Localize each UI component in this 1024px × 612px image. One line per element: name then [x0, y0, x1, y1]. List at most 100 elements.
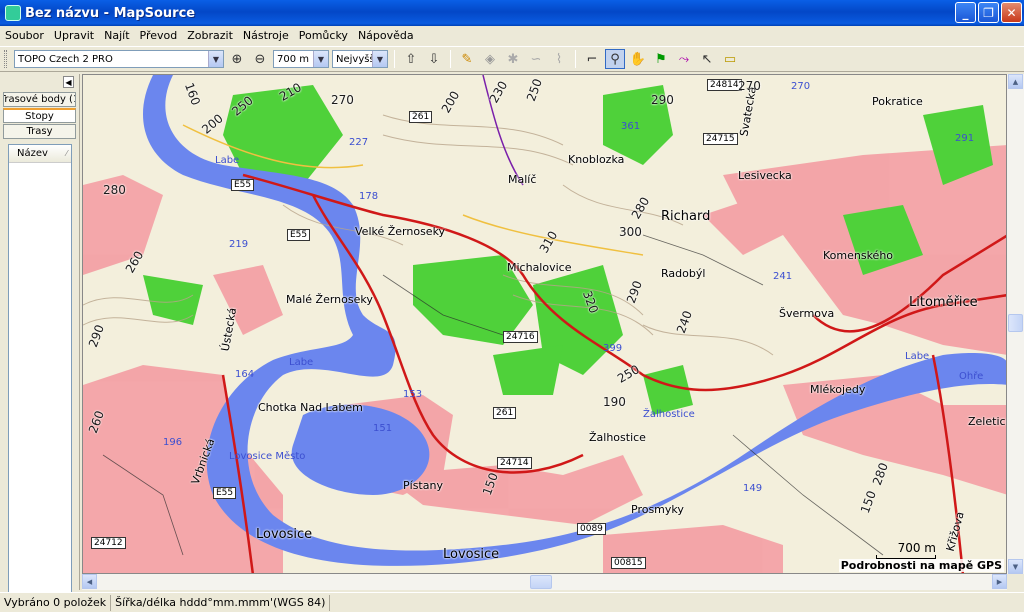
waypoint-tool-icon[interactable]: ⚑	[651, 49, 671, 69]
left-panel: ◀ Trasové body (1 Stopy Trasy Název ⁄ ◀ …	[0, 74, 80, 612]
road-number: E55	[231, 179, 255, 191]
menu-prevod[interactable]: Převod	[135, 29, 183, 42]
sort-icon: ⁄	[65, 149, 68, 158]
road-number: 0089	[577, 523, 606, 535]
road-number: 24712	[91, 537, 126, 549]
tab-waypoints[interactable]: Trasové body (1	[3, 92, 76, 107]
spot-height: 219	[229, 239, 249, 250]
hand-tool-icon[interactable]: ✋	[628, 49, 648, 69]
minimize-button[interactable]: _	[955, 2, 976, 23]
toolbar-separator	[575, 50, 576, 68]
track-tool-icon[interactable]: ∽	[526, 49, 546, 69]
close-button[interactable]: ✕	[1001, 2, 1022, 23]
road-number: 24716	[503, 331, 538, 343]
zoom-scale-select[interactable]: 700 m ▼	[273, 50, 329, 68]
scroll-up-icon[interactable]: ▲	[1008, 74, 1023, 89]
scroll-down-icon[interactable]: ▼	[1008, 559, 1023, 574]
water-label: Labe	[905, 351, 930, 362]
selection-tool-icon[interactable]: ⌐	[582, 49, 602, 69]
maximize-button[interactable]: ❐	[978, 2, 999, 23]
tab-tracks[interactable]: Stopy	[3, 108, 76, 123]
coordinate-format-status: Šířka/délka hddd°mm.mmm'(WGS 84)	[111, 594, 331, 611]
spot-height: 164	[235, 369, 255, 380]
map-horizontal-scrollbar[interactable]: ◀ ▶	[82, 574, 1007, 590]
road-number: 24714	[497, 457, 532, 469]
road-number: 24715	[703, 133, 738, 145]
street-label: Švermova	[779, 307, 835, 320]
town-label: Michalovice	[507, 261, 572, 274]
detail-level-select[interactable]: Nejvyšší ▼	[332, 50, 388, 68]
chevron-down-icon: ▼	[372, 51, 387, 67]
town-label: Richard	[661, 209, 711, 224]
town-label: Pokratice	[872, 95, 923, 108]
water-label: Žalhostice	[643, 409, 695, 420]
town-label: Mlékojedy	[810, 383, 866, 396]
town-label: Radobýl	[661, 267, 706, 280]
spot-height: 149	[743, 483, 763, 494]
select-map-tool-icon[interactable]: ✱	[503, 49, 523, 69]
road-number: 24814	[707, 79, 742, 91]
menu-bar: Soubor Upravit Najít Převod Zobrazit Nás…	[0, 26, 1024, 44]
zoom-tool-icon[interactable]: ⚲	[605, 49, 625, 69]
scroll-left-icon[interactable]: ◀	[82, 574, 97, 589]
menu-soubor[interactable]: Soubor	[0, 29, 49, 42]
water-label: Ohře	[959, 371, 984, 382]
route-create-tool-icon[interactable]: ⤳	[674, 49, 694, 69]
send-to-device-icon[interactable]: ⇧	[401, 49, 421, 69]
water-label: Lovosice Město	[229, 451, 306, 462]
map-view[interactable]: Richard Litoměřice Lovosice Lovosice Kno…	[82, 74, 1007, 574]
town-label: Zeletice	[968, 415, 1006, 428]
selection-status: Vybráno 0 položek	[0, 594, 112, 611]
map-tool-icon[interactable]: ✎	[457, 49, 477, 69]
map-product-select[interactable]: TOPO Czech 2 PRO ▼	[14, 50, 224, 68]
scroll-thumb[interactable]	[1008, 314, 1023, 332]
contour-label: 190	[603, 395, 626, 409]
column-header-name[interactable]: Název ⁄	[9, 145, 71, 163]
town-label: Malíč	[508, 173, 537, 186]
track-list[interactable]: Název ⁄ ◀ ▶	[8, 144, 72, 612]
street-label: Komenského	[823, 249, 894, 262]
collapse-panel-icon[interactable]: ◀	[63, 76, 74, 88]
water-label: Labe	[215, 155, 240, 166]
menu-nastroje[interactable]: Nástroje	[238, 29, 294, 42]
town-label: Chotka Nad Labem	[258, 401, 363, 414]
menu-najit[interactable]: Najít	[99, 29, 134, 42]
contour-label: 280	[103, 183, 126, 197]
zoom-in-icon[interactable]: ⊕	[227, 49, 247, 69]
contour-label: 270	[738, 79, 761, 93]
scroll-thumb[interactable]	[530, 575, 552, 589]
scroll-right-icon[interactable]: ▶	[992, 574, 1007, 589]
menu-upravit[interactable]: Upravit	[49, 29, 99, 42]
pointer-tool-icon[interactable]: ↖	[697, 49, 717, 69]
town-label: Litoměřice	[909, 295, 978, 310]
menu-napoveda[interactable]: Nápověda	[353, 29, 419, 42]
mapsource-app-icon	[5, 5, 21, 21]
spot-height: 227	[349, 137, 369, 148]
tab-routes[interactable]: Trasy	[3, 124, 76, 139]
town-label: Žalhostice	[589, 431, 646, 444]
road-number: E55	[287, 229, 311, 241]
town-label: Lovosice	[443, 547, 500, 562]
contour-label: 270	[331, 93, 354, 107]
contour-label: 300	[619, 225, 642, 239]
toolbar-separator	[394, 50, 395, 68]
menu-zobrazit[interactable]: Zobrazit	[182, 29, 238, 42]
map-vertical-scrollbar[interactable]: ▲ ▼	[1007, 74, 1024, 574]
menu-pomucky[interactable]: Pomůcky	[294, 29, 353, 42]
spot-height: 270	[791, 81, 811, 92]
town-label: Malé Žernoseky	[286, 293, 373, 306]
route-tool-icon[interactable]: ⌇	[549, 49, 569, 69]
toolbar-grip[interactable]	[4, 50, 7, 68]
measure-tool-icon[interactable]: ▭	[720, 49, 740, 69]
road-number: E55	[213, 487, 237, 499]
spot-height: 151	[373, 423, 393, 434]
zoom-out-icon[interactable]: ⊖	[250, 49, 270, 69]
erase-tool-icon[interactable]: ◈	[480, 49, 500, 69]
spot-height: 361	[621, 121, 641, 132]
toolbar-separator	[450, 50, 451, 68]
receive-from-device-icon[interactable]: ⇩	[424, 49, 444, 69]
contour-label: 290	[651, 93, 674, 107]
town-label: Velké Žernoseky	[355, 225, 446, 238]
road-number: 261	[409, 111, 433, 123]
spot-height: 178	[359, 191, 379, 202]
